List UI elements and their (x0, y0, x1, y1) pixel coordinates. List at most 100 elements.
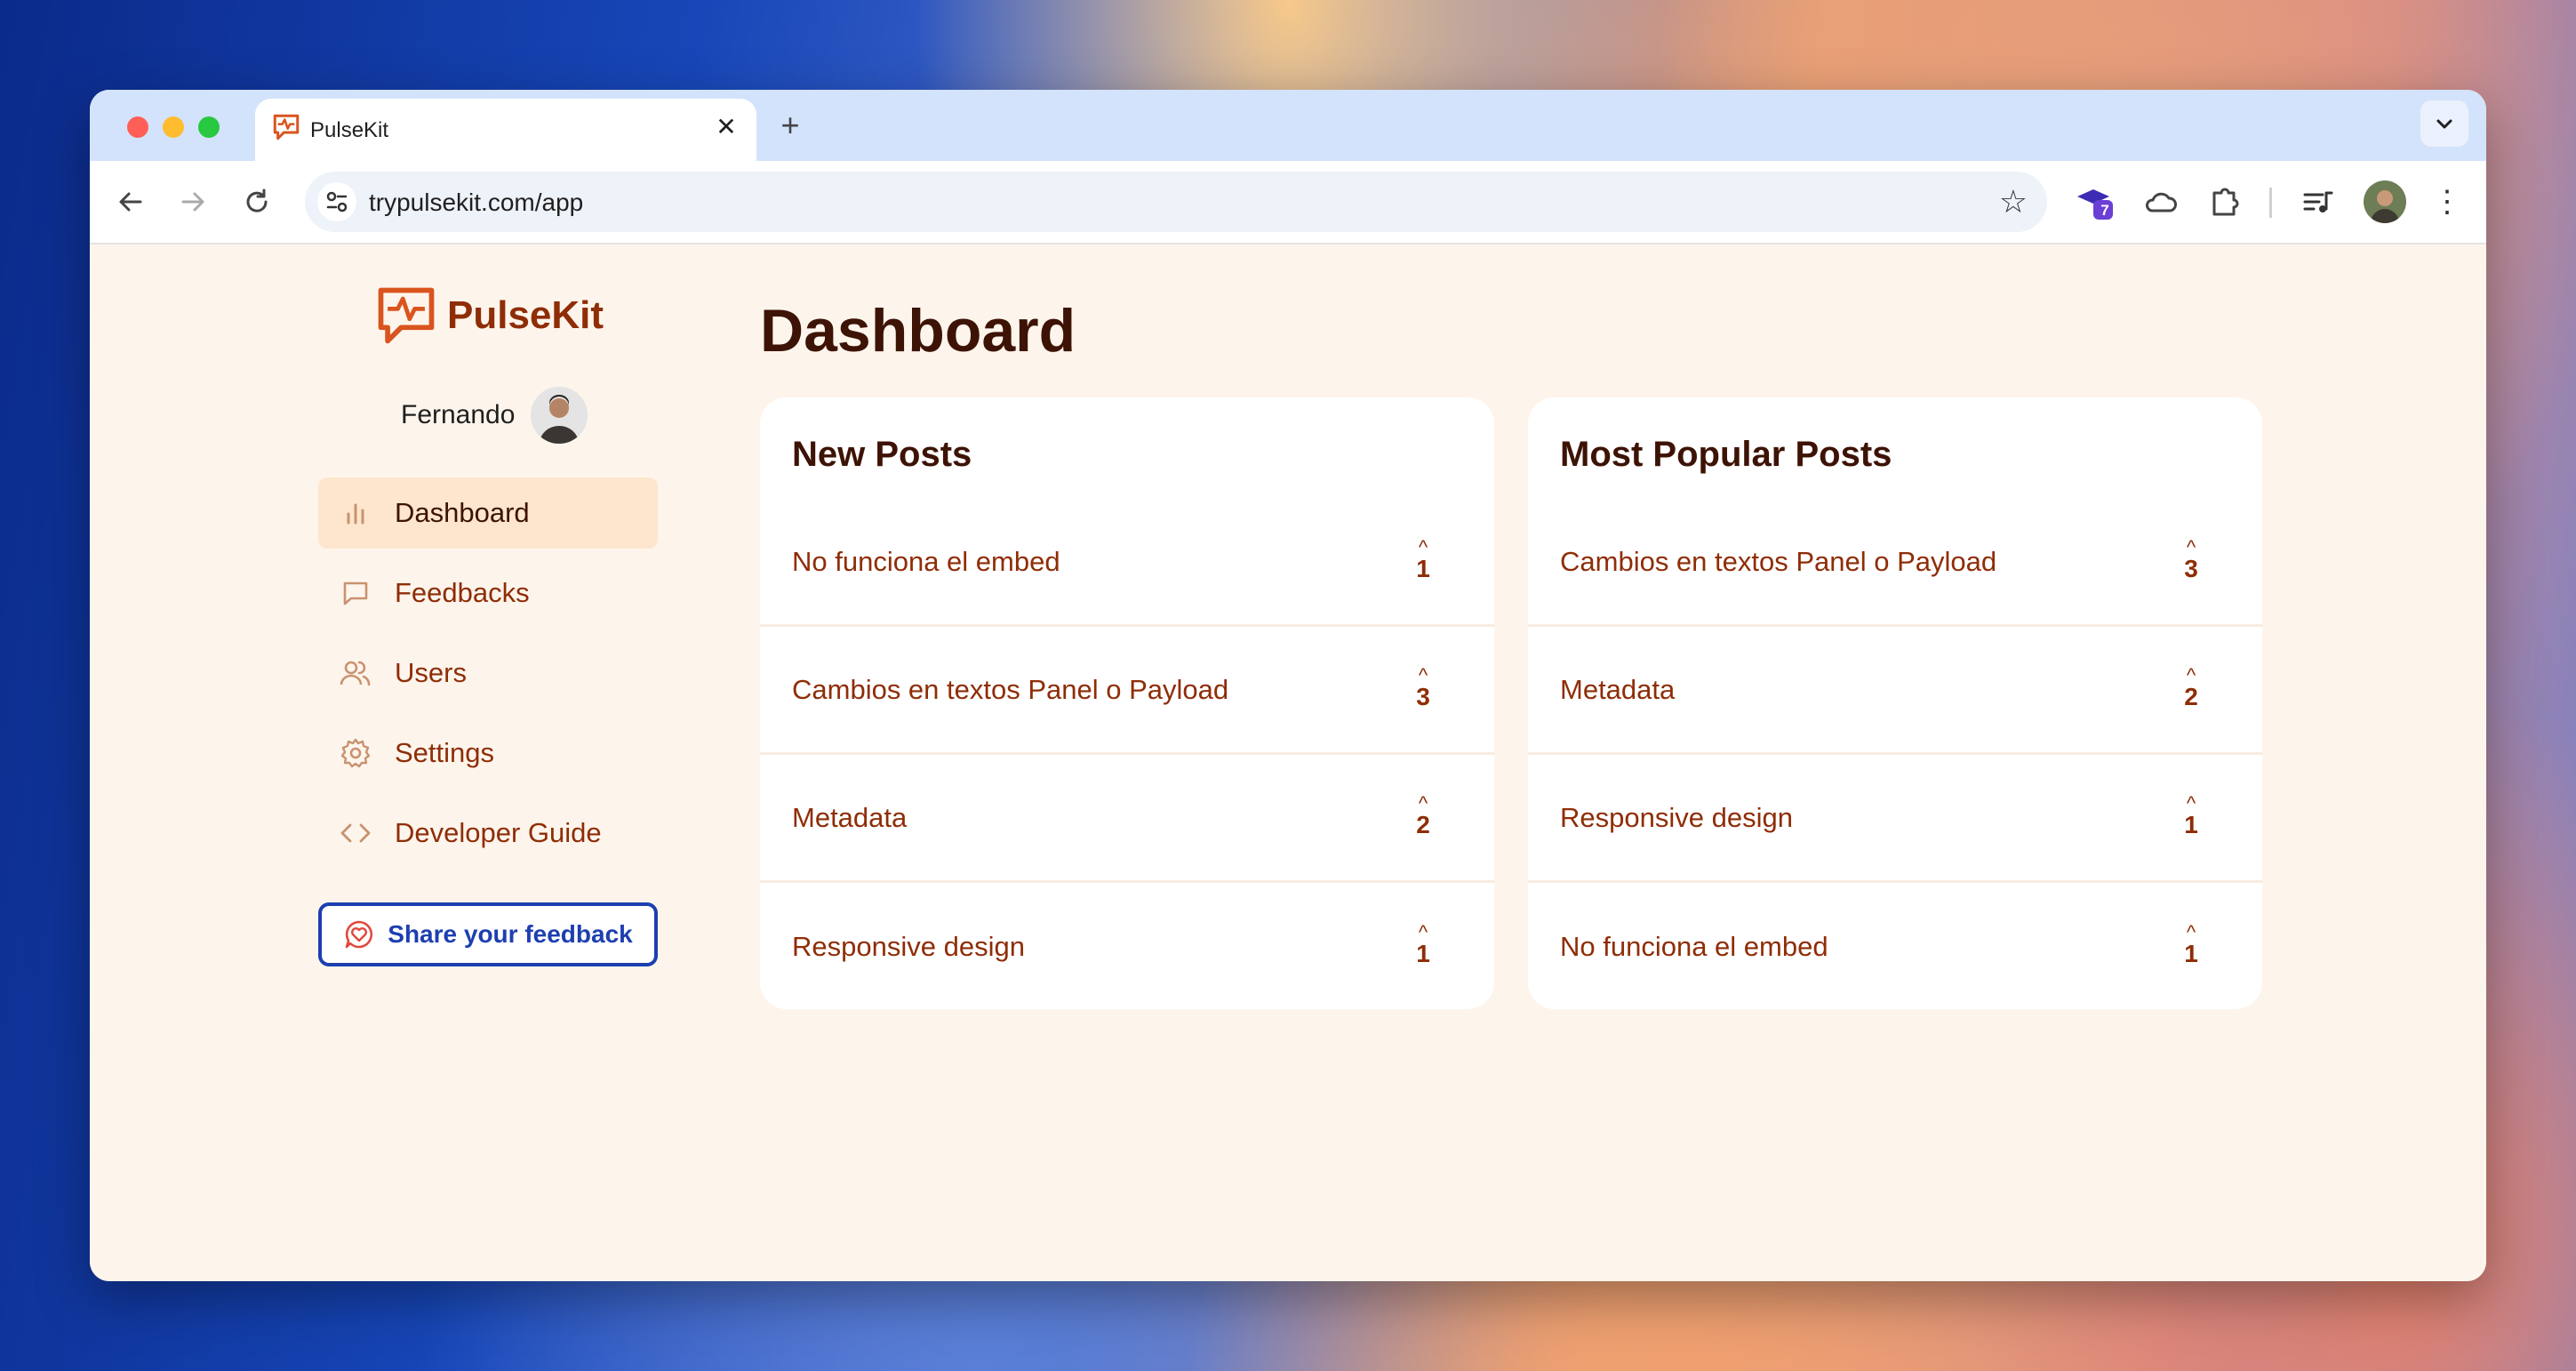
gear-icon (338, 735, 373, 771)
upvote-caret-icon: ^ (1418, 921, 1428, 943)
chevron-down-icon (2436, 119, 2452, 129)
vote-counter[interactable]: ^ 1 (2173, 791, 2209, 839)
pulsekit-favicon-icon (273, 114, 300, 140)
vote-counter[interactable]: ^ 1 (2173, 921, 2209, 968)
cloud-extension-icon[interactable] (2140, 180, 2182, 223)
browser-menu-icon[interactable]: ⋮ (2426, 180, 2468, 223)
vote-count: 1 (2184, 940, 2198, 967)
heart-chat-icon (345, 920, 373, 949)
zoom-window-button[interactable] (198, 116, 220, 138)
extensions-puzzle-icon[interactable] (2204, 180, 2246, 223)
vote-count: 1 (1416, 554, 1430, 582)
vote-count: 2 (2184, 682, 2198, 710)
upvote-caret-icon: ^ (2186, 791, 2196, 814)
list-item[interactable]: Responsive design ^ 1 (1528, 755, 2262, 883)
upvote-caret-icon: ^ (2186, 663, 2196, 686)
media-controls-icon[interactable] (2298, 180, 2340, 223)
code-icon (338, 815, 373, 851)
url-text: trypulsekit.com/app (369, 188, 584, 216)
card-title: Most Popular Posts (1560, 435, 1892, 474)
bar-chart-icon (338, 495, 373, 531)
upvote-caret-icon: ^ (2186, 535, 2196, 558)
list-item[interactable]: No funciona el embed ^ 1 (760, 499, 1494, 627)
profile-avatar[interactable] (2364, 180, 2406, 223)
share-feedback-button[interactable]: Share your feedback (318, 902, 658, 966)
list-item[interactable]: Metadata ^ 2 (760, 755, 1494, 883)
list-item[interactable]: No funciona el embed ^ 1 (1528, 883, 2262, 1009)
app-page: PulseKit Fernando Dashboard Feedbacks Us… (90, 245, 2486, 1281)
close-window-button[interactable] (127, 116, 148, 138)
address-bar[interactable]: trypulsekit.com/app ☆ (305, 172, 2047, 232)
list-item[interactable]: Cambios en textos Panel o Payload ^ 3 (1528, 499, 2262, 627)
vote-count: 3 (2184, 554, 2198, 582)
share-feedback-label: Share your feedback (388, 920, 633, 948)
back-button[interactable] (108, 179, 154, 225)
arrow-left-icon (119, 192, 142, 212)
extension-graduation-icon[interactable]: 7 (2074, 180, 2116, 223)
browser-tab[interactable]: PulseKit ✕ (255, 99, 756, 161)
sidebar-item-developer-guide[interactable]: Developer Guide (318, 798, 658, 869)
user-profile[interactable]: Fernando (401, 387, 588, 444)
post-title: Responsive design (1560, 801, 1793, 833)
arrow-right-icon (181, 192, 204, 212)
minimize-window-button[interactable] (163, 116, 184, 138)
tab-search-button[interactable] (2420, 100, 2468, 147)
site-settings-icon[interactable] (317, 182, 356, 221)
card-title: New Posts (792, 435, 972, 474)
bookmark-star-icon[interactable]: ☆ (1999, 182, 2028, 221)
user-avatar (531, 387, 588, 444)
post-title: No funciona el embed (792, 545, 1060, 577)
vote-counter[interactable]: ^ 2 (1405, 791, 1441, 839)
tab-title: PulseKit (310, 118, 389, 142)
vote-counter[interactable]: ^ 1 (1405, 535, 1441, 583)
upvote-caret-icon: ^ (1418, 791, 1428, 814)
users-icon (338, 655, 373, 691)
vote-counter[interactable]: ^ 2 (2173, 663, 2209, 711)
brand-name: PulseKit (447, 293, 604, 337)
window-controls (127, 116, 220, 138)
list-item[interactable]: Responsive design ^ 1 (760, 883, 1494, 1009)
upvote-caret-icon: ^ (2186, 921, 2196, 943)
post-title: Responsive design (792, 931, 1025, 962)
vote-counter[interactable]: ^ 3 (1405, 663, 1441, 711)
user-name: Fernando (401, 400, 516, 429)
vote-counter[interactable]: ^ 3 (2173, 535, 2209, 583)
sidebar-item-settings[interactable]: Settings (318, 718, 658, 789)
vote-count: 1 (2184, 810, 2198, 838)
upvote-caret-icon: ^ (1418, 535, 1428, 558)
new-posts-card: New Posts No funciona el embed ^ 1 Cambio… (760, 397, 1494, 1009)
forward-button[interactable] (170, 179, 216, 225)
post-title: Metadata (792, 801, 908, 833)
sidebar-item-label: Feedbacks (395, 577, 530, 608)
sidebar-nav: Dashboard Feedbacks Users Settings Devel… (318, 477, 658, 878)
browser-window: PulseKit ✕ + trypulsekit.com/app ☆ 7 ⋮ P… (90, 90, 2486, 1281)
page-title: Dashboard (760, 297, 1076, 365)
message-square-icon (338, 575, 373, 611)
sidebar-item-label: Settings (395, 737, 495, 768)
post-title: Cambios en textos Panel o Payload (1560, 545, 1997, 577)
post-title: Metadata (1560, 673, 1676, 705)
vote-counter[interactable]: ^ 1 (1405, 921, 1441, 968)
post-title: No funciona el embed (1560, 931, 1828, 962)
sidebar-item-feedbacks[interactable]: Feedbacks (318, 557, 658, 629)
reload-icon (246, 188, 268, 212)
sidebar-item-label: Dashboard (395, 497, 530, 528)
popular-posts-card: Most Popular Posts Cambios en textos Pan… (1528, 397, 2262, 1009)
vote-count: 2 (1416, 810, 1430, 838)
list-item[interactable]: Cambios en textos Panel o Payload ^ 3 (760, 627, 1494, 755)
sidebar-item-users[interactable]: Users (318, 637, 658, 709)
sidebar-item-label: Developer Guide (395, 817, 602, 848)
sidebar-item-dashboard[interactable]: Dashboard (318, 477, 658, 549)
tab-strip: PulseKit ✕ + (90, 90, 2486, 161)
list-item[interactable]: Metadata ^ 2 (1528, 627, 2262, 755)
new-tab-button[interactable]: + (771, 106, 810, 145)
post-list: Cambios en textos Panel o Payload ^ 3 Met… (1528, 499, 2262, 1009)
vote-count: 3 (1416, 682, 1430, 710)
tab-close-icon[interactable]: ✕ (712, 113, 740, 141)
reload-button[interactable] (234, 179, 280, 225)
extension-badge: 7 (2100, 202, 2109, 219)
post-list: No funciona el embed ^ 1 Cambios en texto… (760, 499, 1494, 1009)
upvote-caret-icon: ^ (1418, 663, 1428, 686)
brand-logo[interactable]: PulseKit (372, 282, 604, 349)
sidebar-item-label: Users (395, 657, 467, 688)
